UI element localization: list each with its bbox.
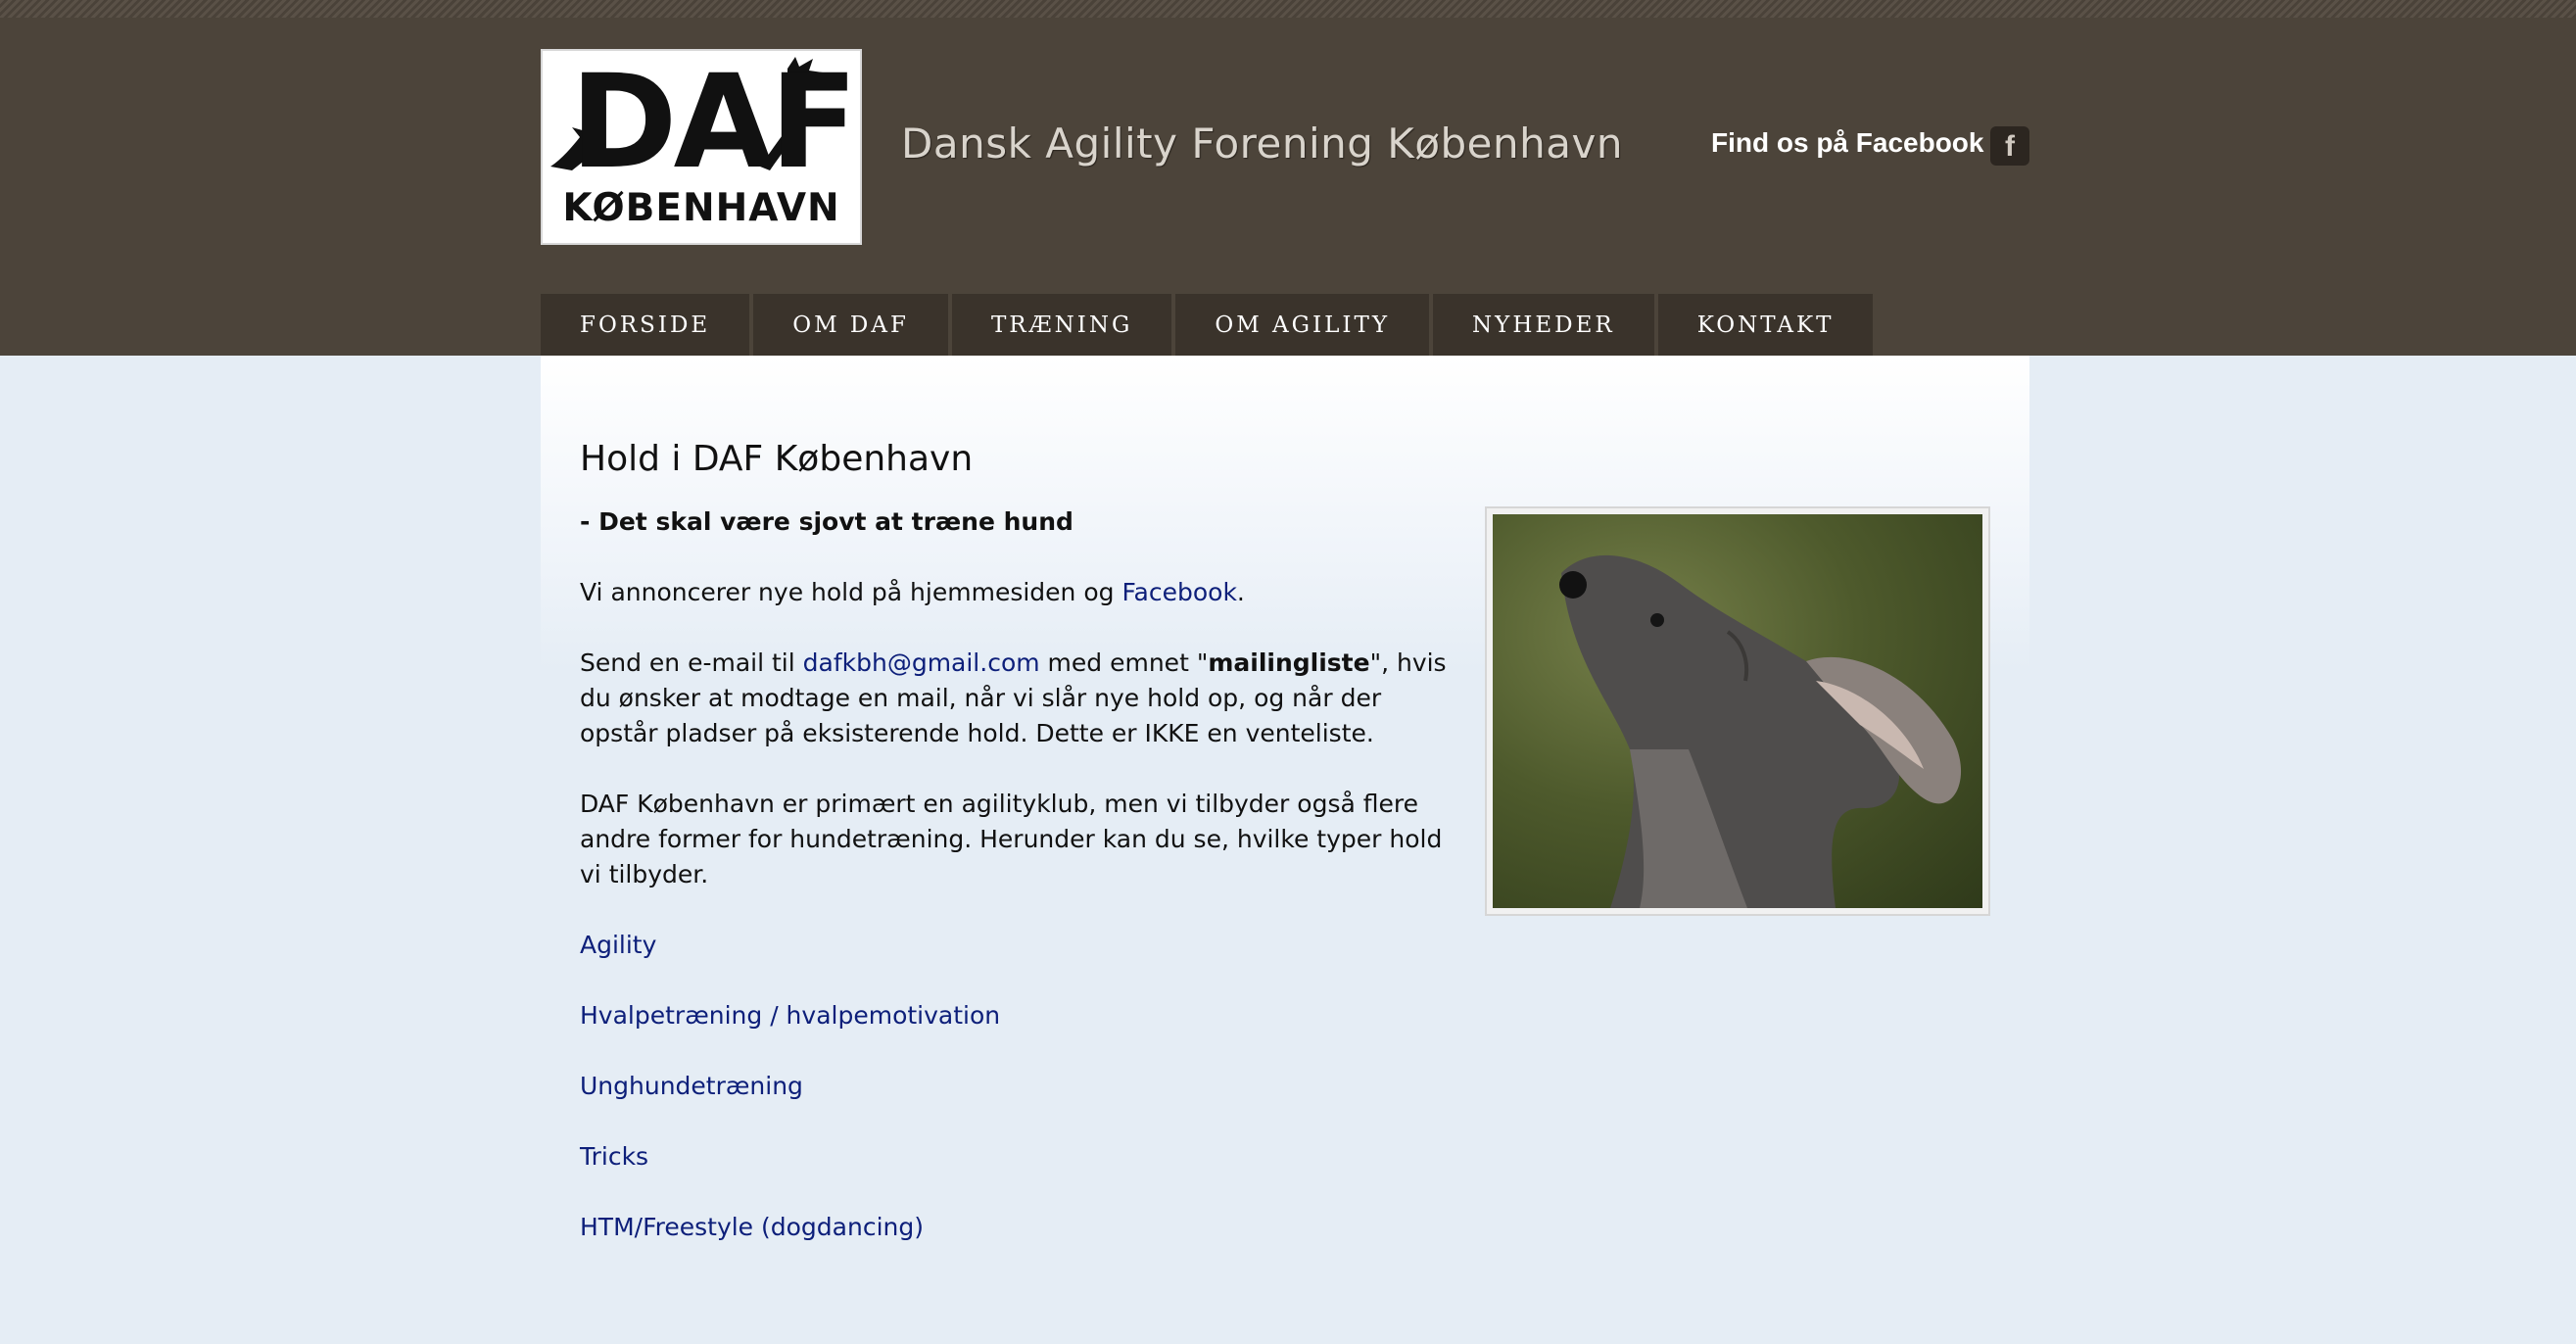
site-logo[interactable]: DAF KØBENHAVN [541,49,862,245]
nav-item-traening[interactable]: TRÆNING [951,294,1172,356]
dog-photo [1493,514,1982,908]
email-link[interactable]: dafkbh@gmail.com [803,648,1040,677]
page-subtitle: - Det skal være sjovt at træne hund [580,507,1073,536]
facebook-link-text[interactable]: Find os på Facebook [1711,127,1983,159]
link-tricks[interactable]: Tricks [580,1142,648,1171]
dog-illustration [1559,554,1962,908]
link-hvalpetraening[interactable]: Hvalpetræning / hvalpemotivation [580,1001,1000,1030]
header-top-strip [0,0,2576,18]
logo-word: DAF [570,47,858,198]
page-title: Hold i DAF København [580,439,974,479]
nav-item-nyheder[interactable]: NYHEDER [1433,294,1654,356]
site-title: Dansk Agility Forening København [901,120,1623,168]
link-htm-freestyle[interactable]: HTM/Freestyle (dogdancing) [580,1213,924,1241]
facebook-icon[interactable]: f [1990,126,2029,166]
dog-photo-frame [1485,506,1990,916]
nav-item-om-daf[interactable]: OM DAF [753,294,948,356]
main-nav: FORSIDE OM DAF TRÆNING OM AGILITY NYHEDE… [541,294,1877,356]
paragraph-mailinglist: Send en e-mail til dafkbh@gmail.com med … [580,648,1447,747]
content-area: Hold i DAF København - Det skal være sjo… [541,356,2029,1344]
link-agility[interactable]: Agility [580,931,656,959]
facebook-text-link[interactable]: Facebook [1121,578,1236,606]
nav-item-om-agility[interactable]: OM AGILITY [1175,294,1430,356]
logo-city: KØBENHAVN [562,186,840,230]
main-text: - Det skal være sjovt at træne hund Vi a… [580,504,1461,1280]
nav-item-kontakt[interactable]: KONTAKT [1657,294,1874,356]
nav-item-forside[interactable]: FORSIDE [541,294,750,356]
paragraph-facebook: Vi annoncerer nye hold på hjemmesiden og… [580,578,1245,606]
paragraph-intro: DAF København er primært en agilityklub,… [580,790,1443,888]
link-unghundetraening[interactable]: Unghundetræning [580,1072,803,1100]
